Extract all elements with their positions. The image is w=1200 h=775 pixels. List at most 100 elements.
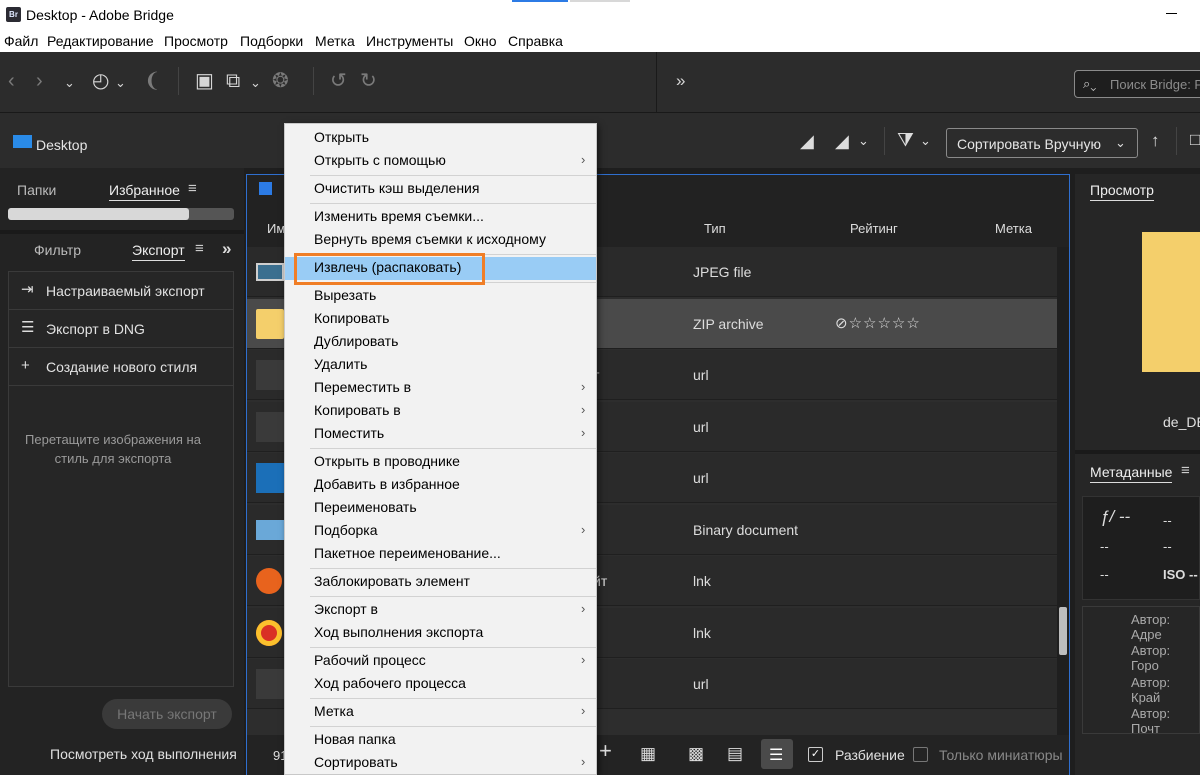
- column-name[interactable]: Им: [267, 221, 285, 236]
- split-checkbox[interactable]: ✓: [808, 747, 823, 762]
- menu-item[interactable]: Переименовать: [285, 497, 596, 519]
- forward-icon[interactable]: ›: [36, 70, 43, 92]
- export-item-dng[interactable]: ☰ Экспорт в DNG: [9, 310, 233, 348]
- quality-options-icon[interactable]: ◢: [835, 131, 849, 152]
- menu-item[interactable]: Открыть с помощью ›: [285, 150, 596, 172]
- menu-file[interactable]: Файл: [4, 33, 38, 49]
- content-scrollbar[interactable]: [1057, 247, 1069, 735]
- details-view-icon[interactable]: ▤: [727, 745, 743, 763]
- menu-item[interactable]: Открыть в проводнике: [285, 451, 596, 473]
- minimize-icon[interactable]: [1166, 13, 1177, 14]
- menu-item[interactable]: Заблокировать элемент: [285, 571, 596, 593]
- photo-downloader-icon[interactable]: ❂: [272, 70, 289, 92]
- list-view-button[interactable]: ☰: [761, 739, 793, 769]
- export-item-new-preset[interactable]: + Создание нового стиля: [9, 348, 233, 386]
- filter-icon[interactable]: ⧩: [897, 130, 914, 152]
- rotate-right-icon[interactable]: ↻: [360, 70, 377, 92]
- filter-dropdown-icon[interactable]: ⌄: [920, 133, 931, 149]
- menu-item[interactable]: Добавить в избранное: [285, 474, 596, 496]
- thumbs-only-checkbox[interactable]: [913, 747, 928, 762]
- menu-window[interactable]: Окно: [464, 33, 497, 49]
- menu-item[interactable]: Ход рабочего процесса: [285, 673, 596, 695]
- boomerang-icon[interactable]: ❨: [144, 70, 161, 92]
- grid-view-icon[interactable]: ▦: [640, 745, 656, 763]
- breadcrumb[interactable]: Desktop: [36, 137, 87, 153]
- menu-item[interactable]: Вернуть время съемки к исходному: [285, 229, 596, 251]
- select-all-checkbox[interactable]: [259, 182, 272, 195]
- start-export-button[interactable]: Начать экспорт: [102, 699, 232, 729]
- expand-panel-icon[interactable]: »: [222, 239, 231, 259]
- search-box[interactable]: ⌕⌄ Поиск Bridge: Ра: [1074, 70, 1200, 98]
- image-thumbnail: [256, 263, 284, 281]
- menu-item[interactable]: Копировать в ›: [285, 400, 596, 422]
- menu-item[interactable]: Вырезать: [285, 285, 596, 307]
- workspace-more-icon[interactable]: »: [676, 70, 685, 92]
- menu-view[interactable]: Просмотр: [164, 33, 228, 49]
- menu-item[interactable]: Рабочий процесс ›: [285, 650, 596, 672]
- tab-metadata[interactable]: Метаданные: [1090, 464, 1173, 483]
- new-folder-icon[interactable]: □: [1190, 130, 1200, 150]
- menu-item[interactable]: Метка ›: [285, 701, 596, 723]
- menu-help[interactable]: Справка: [508, 33, 563, 49]
- tab-favorites[interactable]: Избранное: [109, 182, 180, 201]
- search-input[interactable]: Поиск Bridge: Ра: [1110, 77, 1200, 92]
- quality-dropdown-icon[interactable]: ⌄: [858, 133, 869, 149]
- refine-icon[interactable]: ⧉: [226, 70, 240, 92]
- rotate-left-icon[interactable]: ↺: [330, 70, 347, 92]
- menu-item[interactable]: Поместить ›: [285, 423, 596, 445]
- menu-item-label: Заблокировать элемент: [314, 573, 470, 589]
- tab-export[interactable]: Экспорт: [132, 242, 185, 261]
- menu-item-label: Копировать в: [314, 402, 401, 418]
- column-rating[interactable]: Рейтинг: [850, 221, 898, 236]
- menu-item[interactable]: Пакетное переименование...: [285, 543, 596, 565]
- menu-item[interactable]: Изменить время съемки...: [285, 206, 596, 228]
- rating-cell[interactable]: ⊘☆☆☆☆☆: [835, 314, 921, 332]
- camera-import-icon[interactable]: ▣: [195, 70, 214, 92]
- menu-edit[interactable]: Редактирование: [47, 33, 154, 49]
- menu-item[interactable]: Удалить: [285, 354, 596, 376]
- menu-item[interactable]: Подборка ›: [285, 520, 596, 542]
- thumbnail-view-icon[interactable]: ▩: [688, 745, 704, 763]
- history-icon[interactable]: ◴: [92, 70, 109, 92]
- view-progress-link[interactable]: Посмотреть ход выполнения: [50, 746, 237, 762]
- menu-item[interactable]: Сортировать ›: [285, 752, 596, 774]
- tab-folders[interactable]: Папки: [17, 182, 56, 198]
- panel-menu-icon[interactable]: ≡: [195, 240, 204, 257]
- menu-bar: Файл Редактирование Просмотр Подборки Ме…: [0, 30, 1200, 52]
- chevron-down-icon[interactable]: ⌄: [64, 72, 75, 94]
- tab-filter[interactable]: Фильтр: [34, 242, 81, 258]
- column-type[interactable]: Тип: [704, 221, 726, 236]
- sort-direction-icon[interactable]: ↑: [1151, 131, 1160, 151]
- sort-dropdown[interactable]: Сортировать Вручную ⌄: [946, 128, 1138, 158]
- menu-item[interactable]: Новая папка: [285, 729, 596, 751]
- menu-item[interactable]: Ход выполнения экспорта: [285, 622, 596, 644]
- zoom-in-icon[interactable]: +: [599, 740, 612, 762]
- menu-tools[interactable]: Инструменты: [366, 33, 453, 49]
- menu-separator: [310, 568, 596, 569]
- menu-item[interactable]: Переместить в ›: [285, 377, 596, 399]
- menu-stacks[interactable]: Подборки: [240, 33, 303, 49]
- panel-menu-icon[interactable]: ≡: [1181, 462, 1190, 479]
- menu-item[interactable]: Очистить кэш выделения: [285, 178, 596, 200]
- menu-item-label: Новая папка: [314, 731, 396, 747]
- history-dropdown-icon[interactable]: ⌄: [115, 72, 126, 94]
- back-icon[interactable]: ‹: [8, 70, 15, 92]
- refine-dropdown-icon[interactable]: ⌄: [250, 72, 261, 94]
- path-bar: Desktop ◢ ◢ ⌄ ⧩ ⌄ Сортировать Вручную ⌄ …: [0, 112, 1200, 168]
- menu-label[interactable]: Метка: [315, 33, 355, 49]
- menu-item-label: Дублировать: [314, 333, 399, 349]
- left-panel: Папки Избранное ≡ Фильтр Экспорт ≡ » ⇥ Н…: [0, 168, 244, 775]
- menu-item[interactable]: Открыть: [285, 127, 596, 149]
- favorites-scroll-thumb[interactable]: [8, 208, 189, 220]
- panel-menu-icon[interactable]: ≡: [188, 180, 197, 197]
- scroll-thumb[interactable]: [1059, 607, 1067, 655]
- quality-icon[interactable]: ◢: [800, 131, 814, 152]
- tab-preview[interactable]: Просмотр: [1090, 182, 1154, 201]
- favorites-scrollbar[interactable]: [8, 208, 234, 220]
- menu-item[interactable]: Дублировать: [285, 331, 596, 353]
- menu-item[interactable]: Копировать: [285, 308, 596, 330]
- column-label[interactable]: Метка: [995, 221, 1032, 236]
- export-item-label: Создание нового стиля: [46, 359, 198, 375]
- export-item-custom[interactable]: ⇥ Настраиваемый экспорт: [9, 272, 233, 310]
- menu-item[interactable]: Экспорт в ›: [285, 599, 596, 621]
